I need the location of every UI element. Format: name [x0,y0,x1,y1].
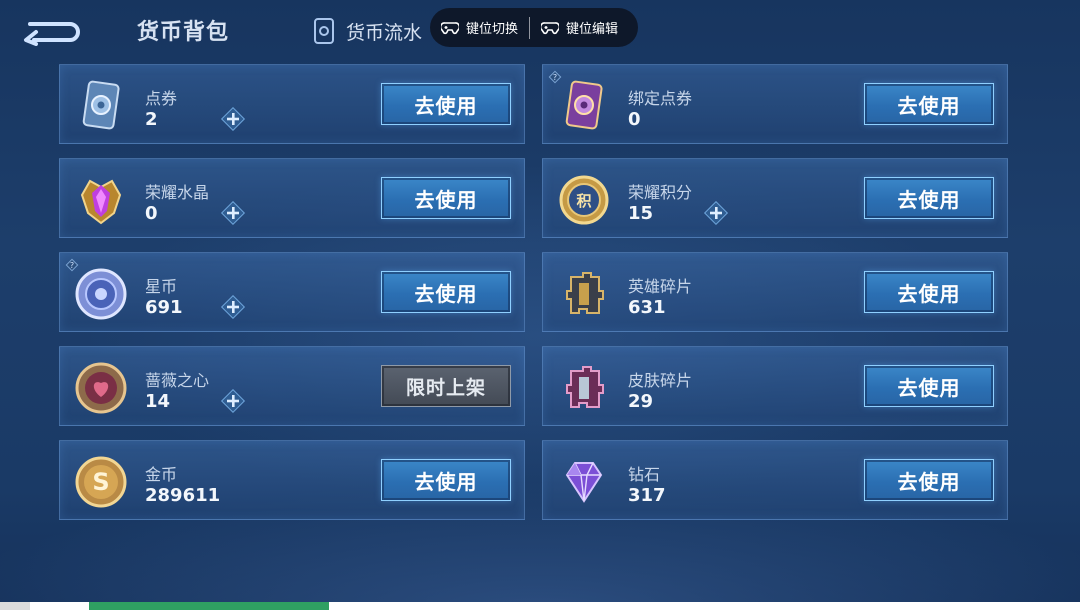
add-currency-button[interactable] [220,294,246,320]
taskbar-item[interactable] [0,602,30,610]
use-button[interactable]: 去使用 [381,271,511,313]
plus-icon [220,106,246,132]
page-title: 货币背包 [137,20,230,45]
currency-name: 蔷薇之心 [145,371,210,390]
currency-card-gold-coin: S 金币 289611 去使用 [59,440,525,520]
currency-name: 荣耀水晶 [145,183,210,202]
plus-icon [220,294,246,320]
currency-card-skin-fragment: 皮肤碎片 29 去使用 [542,346,1008,426]
svg-text:S: S [92,468,109,496]
add-currency-button[interactable] [220,200,246,226]
skin-fragment-icon [566,366,604,408]
currency-amount: 0 [145,203,158,224]
currency-name: 皮肤碎片 [628,371,693,390]
gamepad-icon [541,21,560,34]
hero-fragment-icon [566,272,604,314]
glory-points-icon: 积 [559,175,609,225]
currency-amount: 691 [145,297,183,318]
glory-crystal-icon [80,179,122,225]
currency-name: 钻石 [628,465,661,484]
tab-currency-flow[interactable]: 货币流水 [312,16,422,46]
currency-name: 金币 [145,465,178,484]
back-button[interactable] [22,14,80,46]
keymap-edit-button[interactable]: 键位编辑 [530,18,629,37]
add-currency-button[interactable] [703,200,729,226]
plus-icon [220,200,246,226]
use-button[interactable]: 去使用 [864,177,994,219]
gold-coin-icon: S [75,456,127,508]
currency-amount: 29 [628,391,654,412]
gamepad-icon [441,21,459,34]
use-button[interactable]: 去使用 [864,271,994,313]
use-button[interactable]: 去使用 [381,83,511,125]
currency-amount: 289611 [145,485,221,506]
back-arrow-icon [24,22,80,46]
rose-heart-icon [75,362,127,414]
keymap-switch-button[interactable]: 键位切换 [430,18,529,37]
currency-card-bound-coupon: ? 绑定点券 0 去使用 [542,64,1008,144]
add-currency-button[interactable] [220,106,246,132]
plus-icon [220,388,246,414]
currency-amount: 317 [628,485,666,506]
keymap-edit-label: 键位编辑 [566,22,619,37]
use-button[interactable]: 去使用 [381,459,511,501]
currency-card-rose-heart: 蔷薇之心 14 限时上架 [59,346,525,426]
flow-card-icon [314,18,334,44]
currency-amount: 15 [628,203,654,224]
currency-name: 荣耀积分 [628,183,693,202]
currency-name: 英雄碎片 [628,277,693,296]
use-button[interactable]: 去使用 [864,83,994,125]
svg-text:积: 积 [576,192,591,210]
bound-coupon-card-icon [565,80,603,130]
currency-card-glory-crystal: 荣耀水晶 0 去使用 [59,158,525,238]
currency-amount: 14 [145,391,171,412]
currency-card-hero-fragment: 英雄碎片 631 去使用 [542,252,1008,332]
keymap-switch-label: 键位切换 [466,22,519,37]
diamond-icon [565,462,603,503]
currency-card-glory-points: 积 荣耀积分 15 去使用 [542,158,1008,238]
use-button[interactable]: 去使用 [864,459,994,501]
currency-name: 绑定点券 [628,89,693,108]
tab-currency-flow-label: 货币流水 [346,21,423,44]
currency-card-star-coin: ? 星币 691 去使用 [59,252,525,332]
add-currency-button[interactable] [220,388,246,414]
currency-card-coupon: 点券 2 去使用 [59,64,525,144]
coupon-card-icon [82,80,120,130]
currency-card-diamond: 钻石 317 去使用 [542,440,1008,520]
currency-name: 星币 [145,277,178,296]
currency-name: 点券 [145,89,178,108]
currency-amount: 0 [628,109,641,130]
currency-amount: 631 [628,297,666,318]
use-button[interactable]: 去使用 [381,177,511,219]
keymap-toolbar: 键位切换 键位编辑 [430,8,638,47]
star-coin-icon [75,268,127,320]
taskbar-strip [0,602,1080,610]
plus-icon [703,200,729,226]
taskbar-active-item[interactable] [89,602,329,610]
currency-amount: 2 [145,109,158,130]
use-button[interactable]: 去使用 [864,365,994,407]
limited-time-button[interactable]: 限时上架 [381,365,511,407]
